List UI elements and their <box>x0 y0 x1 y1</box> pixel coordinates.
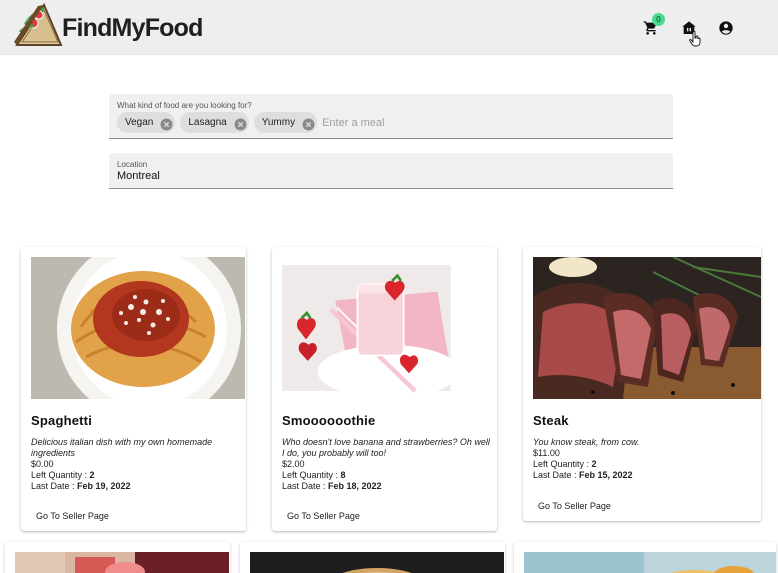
card-quantity: Left Quantity : 8 <box>282 470 492 481</box>
date-label: Last Date : <box>282 481 329 491</box>
location-field[interactable]: Location Montreal <box>109 153 673 189</box>
card-price: $0.00 <box>31 459 54 469</box>
food-card-partial <box>514 542 776 573</box>
food-card-smoothie: Smoooooothie Who doesn't love banana and… <box>272 247 497 531</box>
food-card-partial <box>240 542 505 573</box>
date-label: Last Date : <box>533 470 580 480</box>
location-input[interactable]: Montreal <box>117 170 160 182</box>
card-last-date: Last Date : Feb 18, 2022 <box>282 481 492 492</box>
quantity-value: 2 <box>591 459 597 469</box>
steak-image <box>533 257 761 399</box>
meal-input-placeholder[interactable]: Enter a meal <box>322 117 384 129</box>
chip-yummy[interactable]: Yummy <box>253 112 318 133</box>
app-header: FindMyFood 0 <box>0 0 778 55</box>
card-details: Who doesn't love banana and strawberries… <box>282 437 492 492</box>
quantity-label: Left Quantity : <box>533 459 592 469</box>
card-price: $11.00 <box>533 448 560 458</box>
brand-title[interactable]: FindMyFood <box>62 14 203 43</box>
card-description: Who doesn't love banana and strawberries… <box>282 437 490 458</box>
food-chip-list: Vegan Lasagna Yummy Enter a meal <box>117 112 384 133</box>
smoothie-image <box>282 264 460 399</box>
food-search-label: What kind of food are you looking for? <box>117 101 252 110</box>
account-circle-icon[interactable] <box>718 20 734 36</box>
chip-vegan[interactable]: Vegan <box>117 112 176 133</box>
date-label: Last Date : <box>31 481 78 491</box>
chip-label: Yummy <box>261 117 296 128</box>
food-card-partial <box>5 542 230 573</box>
chip-lasagna[interactable]: Lasagna <box>180 112 249 133</box>
chip-label: Lasagna <box>188 117 227 128</box>
cancel-circle-icon[interactable] <box>234 118 247 131</box>
chip-label: Vegan <box>125 117 154 128</box>
cancel-circle-icon[interactable] <box>160 118 173 131</box>
date-value: Feb 18, 2022 <box>328 481 382 491</box>
food-image <box>250 552 504 573</box>
card-description: You know steak, from cow. <box>533 437 640 447</box>
date-value: Feb 19, 2022 <box>77 481 131 491</box>
date-value: Feb 15, 2022 <box>579 470 633 480</box>
card-title: Spaghetti <box>31 413 93 428</box>
card-title: Smoooooothie <box>282 413 376 428</box>
card-details: Delicious italian dish with my own homem… <box>31 437 241 492</box>
hand-pointer-cursor-icon <box>689 31 701 47</box>
food-image <box>524 552 776 573</box>
quantity-label: Left Quantity : <box>282 470 341 480</box>
quantity-value: 2 <box>89 470 95 480</box>
location-label: Location <box>117 160 148 169</box>
go-to-seller-button[interactable]: Go To Seller Page <box>287 511 360 521</box>
sandwich-logo-icon[interactable] <box>14 2 64 48</box>
cart-count-badge: 0 <box>652 13 665 26</box>
spaghetti-image <box>31 257 245 399</box>
card-quantity: Left Quantity : 2 <box>31 470 241 481</box>
card-last-date: Last Date : Feb 19, 2022 <box>31 481 241 492</box>
food-search-field[interactable]: What kind of food are you looking for? V… <box>109 94 673 139</box>
food-card-spaghetti: Spaghetti Delicious italian dish with my… <box>21 247 246 531</box>
cancel-circle-icon[interactable] <box>302 118 315 131</box>
card-quantity: Left Quantity : 2 <box>533 459 743 470</box>
food-card-steak: Steak You know steak, from cow. $11.00 L… <box>523 247 761 521</box>
card-last-date: Last Date : Feb 15, 2022 <box>533 470 743 481</box>
card-description: Delicious italian dish with my own homem… <box>31 437 213 458</box>
food-image <box>15 552 229 573</box>
card-title: Steak <box>533 413 569 428</box>
quantity-value: 8 <box>340 470 346 480</box>
go-to-seller-button[interactable]: Go To Seller Page <box>538 501 611 511</box>
go-to-seller-button[interactable]: Go To Seller Page <box>36 511 109 521</box>
card-price: $2.00 <box>282 459 305 469</box>
card-details: You know steak, from cow. $11.00 Left Qu… <box>533 437 743 481</box>
quantity-label: Left Quantity : <box>31 470 90 480</box>
